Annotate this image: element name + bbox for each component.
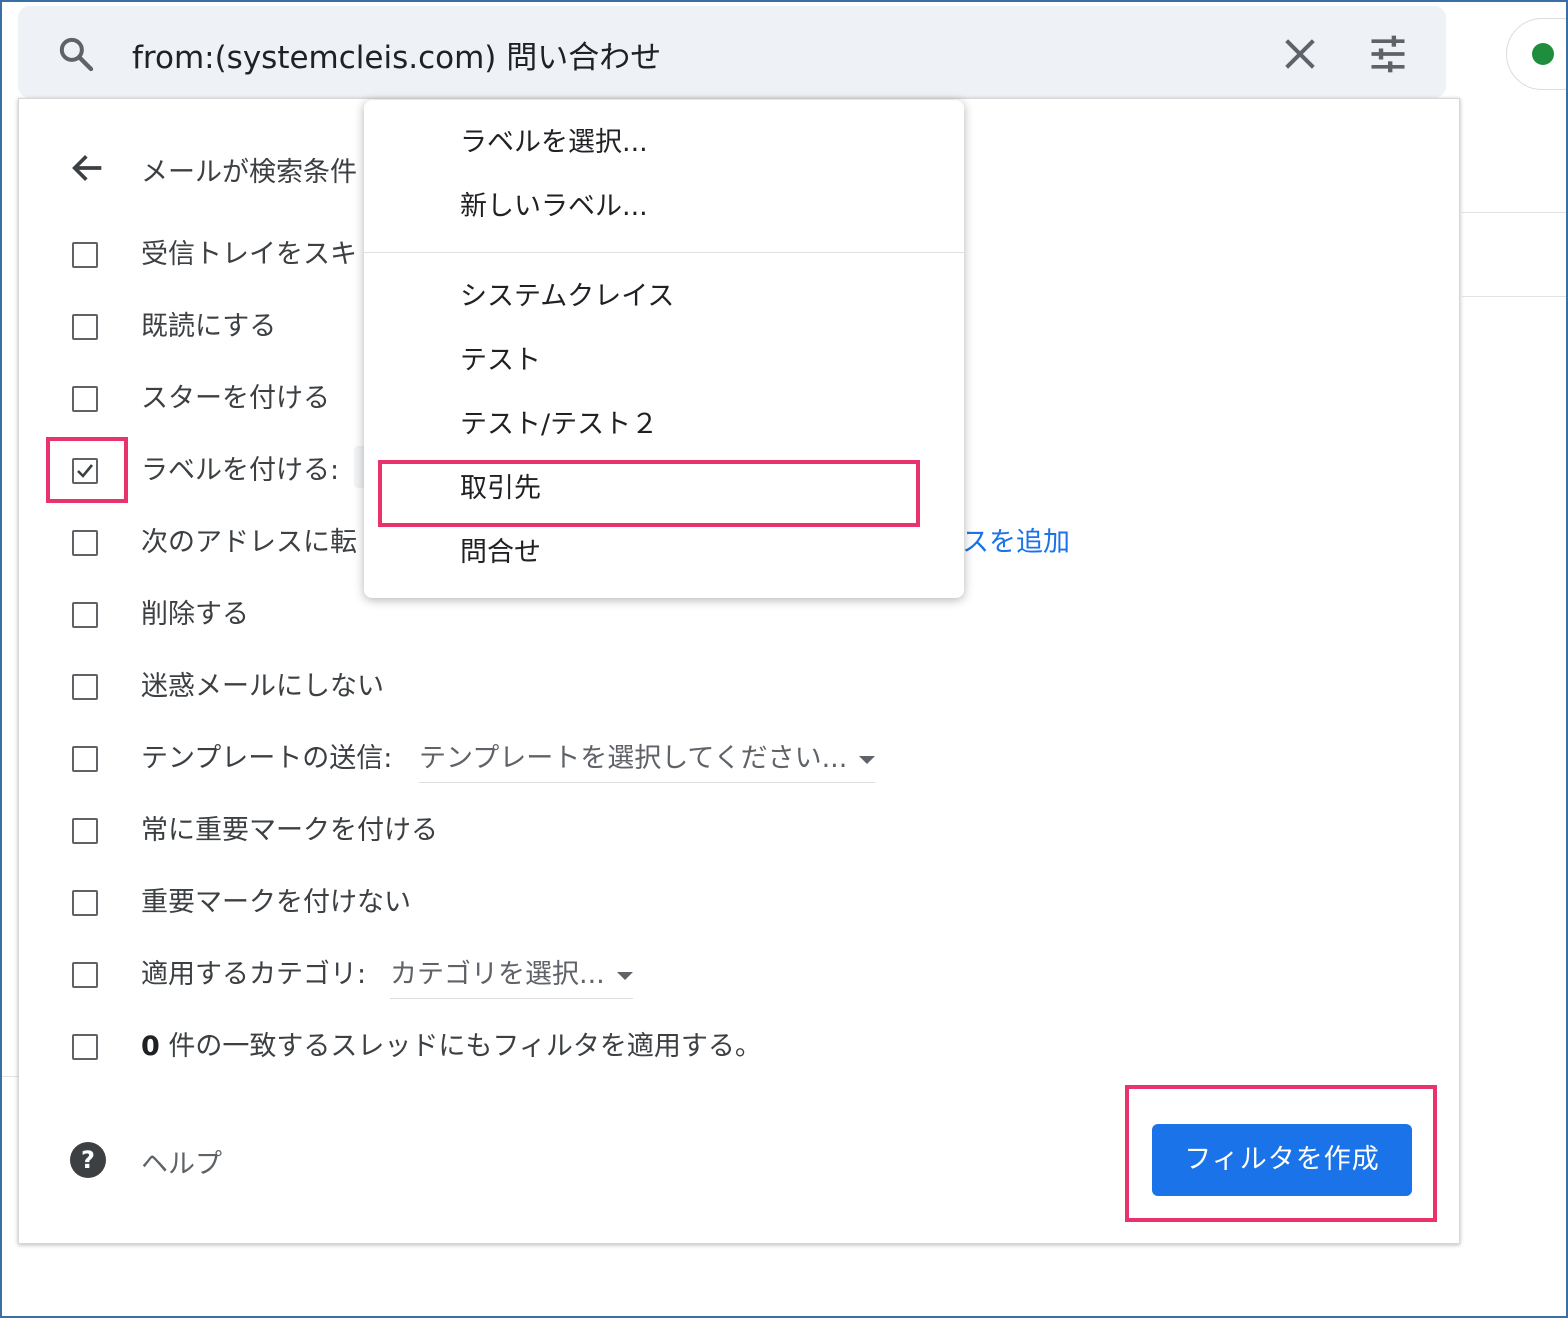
help-link[interactable]: ヘルプ — [141, 1142, 222, 1181]
always-important-label: 常に重要マークを付ける — [141, 815, 438, 846]
label-dropdown-menu: ラベルを選択... 新しいラベル... システムクレイス テスト テスト/テスト… — [364, 100, 964, 598]
menu-item-new-label[interactable]: 新しいラベル... — [460, 190, 648, 224]
dropdown-caret-icon — [616, 971, 633, 980]
dropdown-caret-icon — [859, 755, 876, 764]
star-label: スターを付ける — [141, 383, 330, 414]
checkmark-icon — [77, 464, 94, 478]
menu-divider — [364, 252, 964, 253]
apply-label-label: ラベルを付ける: — [141, 455, 340, 486]
apply-existing-text: 件の一致するスレッドにもフィルタを適用する。 — [159, 1031, 762, 1062]
option-row-apply-existing: 0 件の一致するスレッドにもフィルタを適用する。 — [72, 1030, 1172, 1070]
always-important-checkbox[interactable] — [72, 818, 98, 844]
template-select[interactable]: テンプレートを選択してください... — [419, 742, 876, 783]
category-select-value: カテゴリを選択... — [390, 959, 605, 990]
clear-search-icon[interactable] — [1280, 34, 1320, 74]
category-label: 適用するカテゴリ: — [141, 959, 367, 990]
never-spam-label: 迷惑メールにしない — [141, 671, 384, 702]
add-forward-address-link[interactable]: スを追加 — [962, 526, 1070, 560]
back-arrow-icon[interactable] — [68, 148, 108, 188]
template-select-value: テンプレートを選択してください... — [419, 743, 848, 774]
mark-read-label: 既読にする — [141, 311, 277, 342]
search-query-input[interactable]: from:(systemcleis.com) 問い合わせ — [132, 32, 661, 77]
skip-inbox-checkbox[interactable] — [72, 242, 98, 268]
help-icon[interactable]: ? — [70, 1142, 106, 1178]
forward-checkbox[interactable] — [72, 530, 98, 556]
option-row-never-spam: 迷惑メールにしない — [72, 670, 1172, 710]
mark-read-checkbox[interactable] — [72, 314, 98, 340]
apply-existing-checkbox[interactable] — [72, 1034, 98, 1060]
skip-inbox-label: 受信トレイをスキ — [141, 239, 357, 270]
category-select[interactable]: カテゴリを選択... — [390, 958, 633, 999]
menu-item-label[interactable]: システムクレイス — [460, 280, 674, 314]
menu-item-label-highlighted[interactable]: 取引先 — [460, 472, 541, 506]
never-important-checkbox[interactable] — [72, 890, 98, 916]
apply-existing-label: 0 件の一致するスレッドにもフィルタを適用する。 — [141, 1030, 762, 1064]
never-spam-checkbox[interactable] — [72, 674, 98, 700]
category-checkbox[interactable] — [72, 962, 98, 988]
option-row-delete: 削除する — [72, 598, 1172, 638]
menu-item-label[interactable]: テスト/テスト２ — [460, 408, 658, 442]
option-row-send-template: テンプレートの送信: テンプレートを選択してください... — [72, 742, 1172, 783]
search-icon[interactable] — [56, 34, 96, 74]
send-template-label: テンプレートの送信: — [141, 743, 393, 774]
option-row-always-important: 常に重要マークを付ける — [72, 814, 1172, 854]
forward-label: 次のアドレスに転 — [141, 527, 357, 558]
never-important-label: 重要マークを付けない — [141, 887, 411, 918]
online-status-dot — [1532, 43, 1554, 65]
send-template-checkbox[interactable] — [72, 746, 98, 772]
option-row-never-important: 重要マークを付けない — [72, 886, 1172, 926]
star-checkbox[interactable] — [72, 386, 98, 412]
menu-item-label[interactable]: 問合せ — [460, 536, 541, 570]
menu-item-choose-label[interactable]: ラベルを選択... — [460, 126, 648, 160]
option-row-category: 適用するカテゴリ: カテゴリを選択... — [72, 958, 1172, 999]
create-filter-button[interactable]: フィルタを作成 — [1152, 1124, 1412, 1196]
panel-header-text: メールが検索条件 — [141, 157, 357, 188]
matching-thread-count: 0 — [141, 1031, 160, 1062]
menu-item-label[interactable]: テスト — [460, 344, 541, 378]
search-options-icon[interactable] — [1366, 32, 1410, 76]
apply-label-checkbox[interactable] — [72, 458, 98, 484]
delete-label: 削除する — [141, 599, 249, 630]
delete-checkbox[interactable] — [72, 602, 98, 628]
